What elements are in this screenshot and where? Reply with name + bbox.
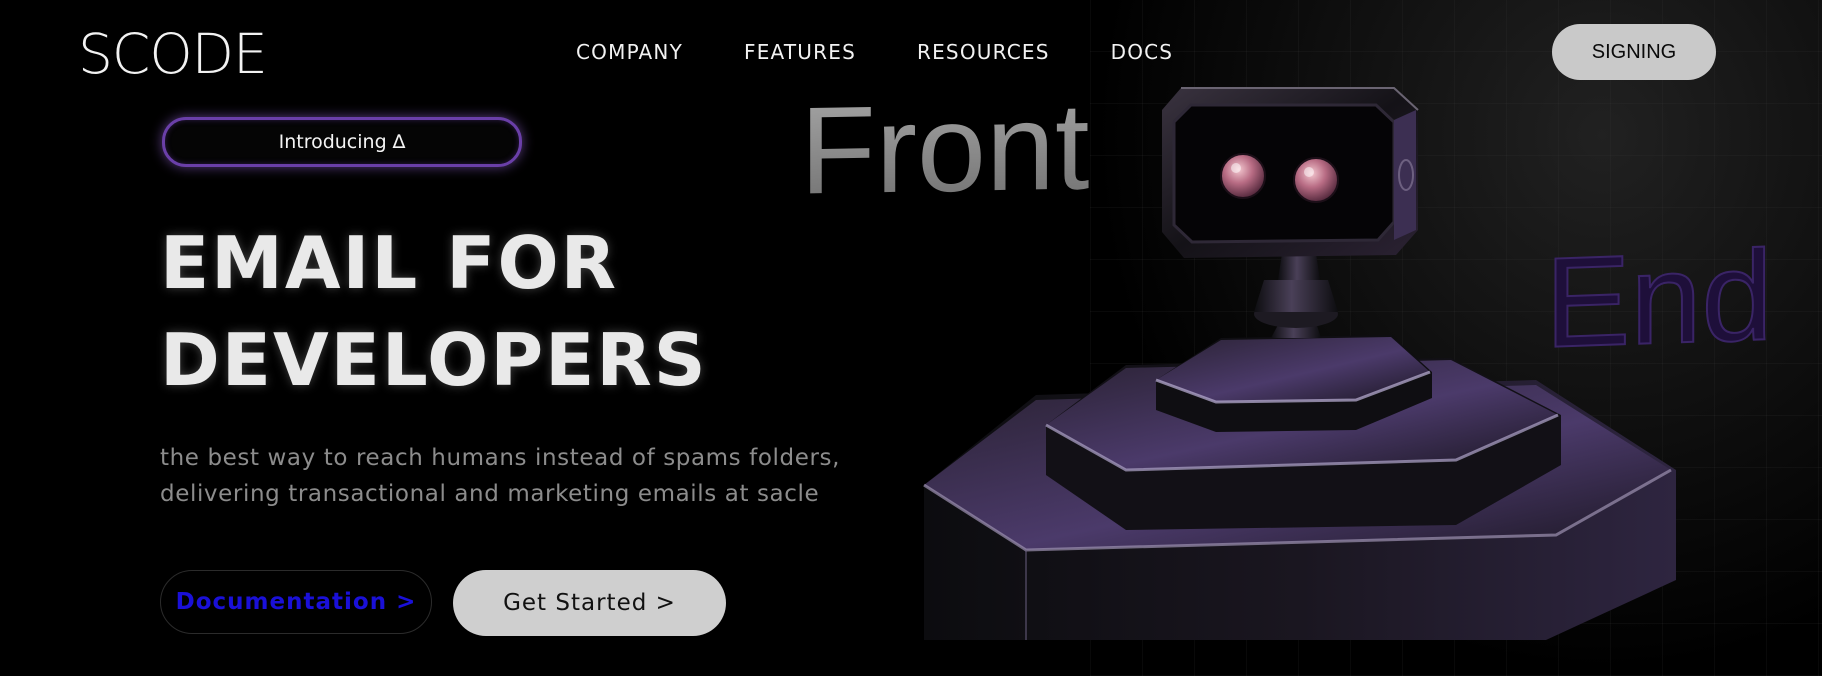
nav-company[interactable]: COMPANY <box>576 40 683 64</box>
robot-icon <box>923 87 1676 640</box>
documentation-button[interactable]: Documentation > <box>160 570 432 634</box>
main-nav: COMPANY FEATURES RESOURCES DOCS <box>576 40 1234 64</box>
hero-subtitle-line-1: the best way to reach humans instead of … <box>160 445 841 471</box>
nav-docs[interactable]: DOCS <box>1111 40 1174 64</box>
nav-resources[interactable]: RESOURCES <box>917 40 1050 64</box>
landing-page: SCODE COMPANY FEATURES RESOURCES DOCS SI… <box>0 0 1822 676</box>
get-started-button[interactable]: Get Started > <box>453 570 726 636</box>
hero-title: EMAIL FOR DEVELOPERS <box>160 215 708 409</box>
logo[interactable]: SCODE <box>78 22 268 86</box>
hero-subtitle-line-2: delivering transactional and marketing e… <box>160 481 820 507</box>
hero-title-line-2: DEVELOPERS <box>160 318 708 402</box>
nav-features[interactable]: FEATURES <box>744 40 856 64</box>
introducing-badge[interactable]: Introducing ∆ <box>162 117 522 167</box>
hero-title-line-1: EMAIL FOR <box>160 221 619 305</box>
signin-button[interactable]: SIGNING <box>1552 24 1716 80</box>
hero-subtitle: the best way to reach humans instead of … <box>160 440 860 512</box>
